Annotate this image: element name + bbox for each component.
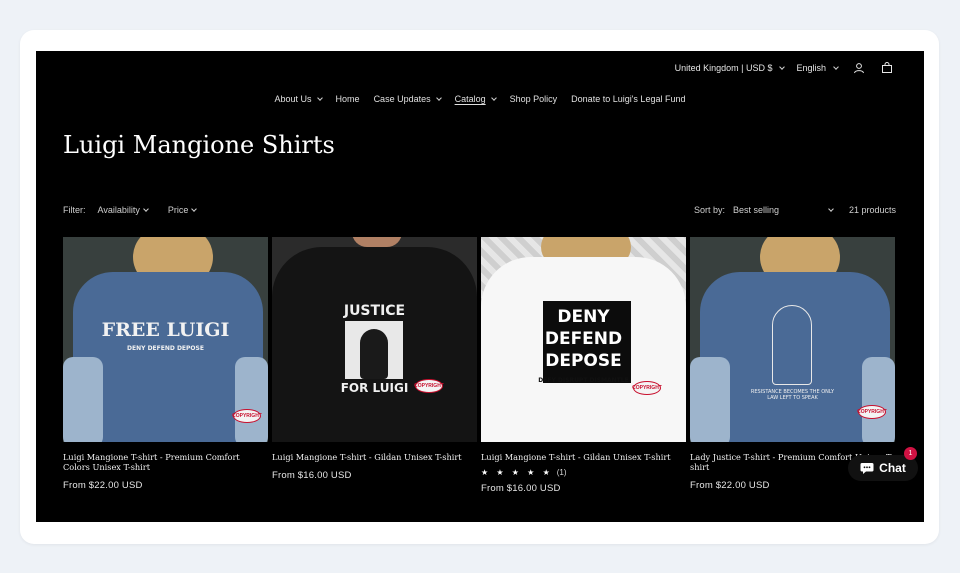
availability-label: Availability xyxy=(97,205,140,215)
chat-notification-badge: 1 xyxy=(904,447,917,460)
product-price: From $16.00 USD xyxy=(272,470,352,481)
product-price: From $16.00 USD xyxy=(481,483,561,494)
chat-bubble-icon xyxy=(860,462,874,474)
nav-label: Shop Policy xyxy=(509,94,558,104)
country-label: United Kingdom | USD $ xyxy=(674,63,773,73)
rating-stars: ★ ★ ★ ★ ★ xyxy=(481,468,553,477)
product-card[interactable]: DENY DEFEND DEPOSE DEFY DISRUPT DISMANTL… xyxy=(481,237,686,494)
chevron-down-icon xyxy=(435,94,442,101)
lady-justice-print xyxy=(772,305,812,385)
copyright-stamp: COPYRIGHT xyxy=(857,405,887,419)
shirt-print-subtext: DENY DEFEND DEPOSE xyxy=(127,345,204,352)
chevron-down-icon xyxy=(490,94,497,101)
product-title[interactable]: Luigi Mangione T-shirt - Gildan Unisex T… xyxy=(272,452,477,462)
nav-label: Home xyxy=(335,94,360,104)
product-image[interactable]: DENY DEFEND DEPOSE DEFY DISRUPT DISMANTL… xyxy=(481,237,686,442)
filter-bar: Filter: Availability Price Sort by: Best… xyxy=(63,203,896,217)
filter-label: Filter: xyxy=(63,205,86,215)
copyright-stamp: COPYRIGHT xyxy=(414,379,444,393)
account-icon[interactable] xyxy=(852,61,866,75)
chevron-down-icon xyxy=(191,205,198,212)
price-filter[interactable]: Price xyxy=(167,205,198,215)
product-card[interactable]: JUSTICE FOR LUIGI COPYRIGHT Luigi Mangio… xyxy=(272,237,477,494)
availability-filter[interactable]: Availability xyxy=(97,205,149,215)
price-label: Price xyxy=(167,205,189,215)
denim-jacket xyxy=(690,357,730,442)
chat-label: Chat xyxy=(879,461,906,475)
shirt-print-text: DEFEND xyxy=(544,329,623,349)
product-image[interactable]: FREE LUIGI DENY DEFEND DEPOSE COPYRIGHT xyxy=(63,237,268,442)
page-title: Luigi Mangione Shirts xyxy=(63,131,335,159)
product-image[interactable]: RESISTANCE BECOMES THE ONLY LAW LEFT TO … xyxy=(690,237,895,442)
product-title[interactable]: Luigi Mangione T-shirt - Gildan Unisex T… xyxy=(481,452,686,462)
nav-label: About Us xyxy=(274,94,312,104)
copyright-stamp: COPYRIGHT xyxy=(632,381,662,395)
shirt-print-text: DEPOSE xyxy=(545,351,622,371)
nav-home[interactable]: Home xyxy=(336,94,360,104)
chevron-down-icon xyxy=(828,205,834,212)
shirt-print-subtext: RESISTANCE BECOMES THE ONLY LAW LEFT TO … xyxy=(750,389,835,401)
nav-catalog[interactable]: Catalog xyxy=(454,94,497,104)
shirt-print-subtext: FOR LUIGI xyxy=(340,381,409,395)
store-page: United Kingdom | USD $ English About Us … xyxy=(36,51,924,522)
cart-icon[interactable] xyxy=(880,61,894,75)
product-rating: ★ ★ ★ ★ ★ (1) xyxy=(481,468,686,477)
product-image[interactable]: JUSTICE FOR LUIGI COPYRIGHT xyxy=(272,237,477,442)
product-card[interactable]: FREE LUIGI DENY DEFEND DEPOSE COPYRIGHT … xyxy=(63,237,268,494)
shirt-print-text: DENY xyxy=(557,307,610,327)
nav-shop-policy[interactable]: Shop Policy xyxy=(510,94,558,104)
nav-donate[interactable]: Donate to Luigi's Legal Fund xyxy=(571,94,685,104)
sort-value: Best selling xyxy=(732,205,779,215)
chevron-down-icon xyxy=(833,63,839,70)
nav-case-updates[interactable]: Case Updates xyxy=(373,94,442,104)
utility-bar: United Kingdom | USD $ English xyxy=(663,61,894,75)
portrait-silhouette xyxy=(360,329,388,379)
country-selector[interactable]: United Kingdom | USD $ xyxy=(674,63,786,73)
chevron-down-icon xyxy=(316,94,323,101)
nav-label: Case Updates xyxy=(373,94,431,104)
sort-label: Sort by: xyxy=(693,205,725,215)
nav-about-us[interactable]: About Us xyxy=(274,94,323,104)
chevron-down-icon xyxy=(143,205,149,212)
shirt-print-text: FREE LUIGI xyxy=(101,319,230,341)
nav-label: Donate to Luigi's Legal Fund xyxy=(571,94,686,104)
product-grid: FREE LUIGI DENY DEFEND DEPOSE COPYRIGHT … xyxy=(63,237,896,494)
product-title[interactable]: Luigi Mangione T-shirt - Premium Comfort… xyxy=(63,452,268,472)
model-face xyxy=(352,237,402,247)
main-nav: About Us Home Case Updates Catalog Shop … xyxy=(36,94,924,104)
language-selector[interactable]: English xyxy=(796,63,839,73)
product-count: 21 products xyxy=(848,205,896,215)
denim-jacket xyxy=(862,357,895,442)
nav-label: Catalog xyxy=(454,94,486,104)
denim-jacket xyxy=(235,357,268,442)
rating-count: (1) xyxy=(556,468,567,477)
denim-jacket xyxy=(63,357,103,442)
product-price: From $22.00 USD xyxy=(63,480,143,491)
copyright-stamp: COPYRIGHT xyxy=(232,409,262,423)
sort-select[interactable]: Best selling xyxy=(732,205,834,215)
language-label: English xyxy=(796,63,826,73)
shirt-print-text: JUSTICE xyxy=(343,303,406,319)
chevron-down-icon xyxy=(779,63,786,70)
product-price: From $22.00 USD xyxy=(690,480,770,491)
